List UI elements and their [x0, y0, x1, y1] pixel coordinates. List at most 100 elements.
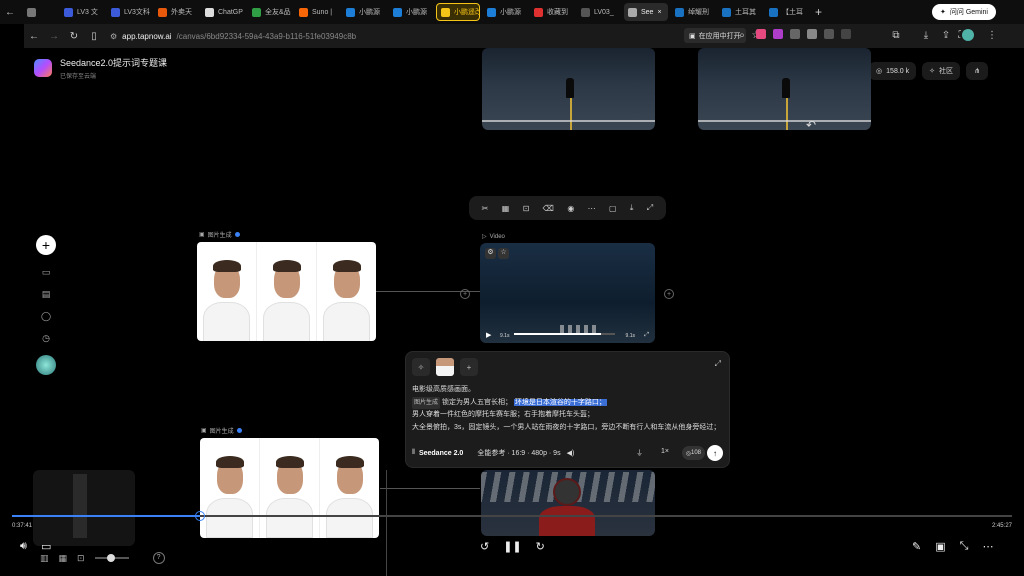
user-avatar[interactable]	[36, 355, 56, 375]
street-image-node[interactable]	[482, 48, 655, 130]
download-icon[interactable]: ⤓	[916, 30, 936, 41]
profile-avatar[interactable]	[962, 29, 974, 41]
extension-icon[interactable]	[773, 29, 783, 39]
folder-icon[interactable]: ▢	[609, 204, 617, 213]
browser-tab[interactable]: 绰耀刑	[671, 3, 715, 21]
extension-icon[interactable]	[807, 29, 817, 39]
sidebar-icon[interactable]: ▯	[84, 31, 104, 42]
model-selector[interactable]: Seedance 2.0	[419, 450, 463, 457]
browser-tab[interactable]: 收藏到	[530, 3, 574, 21]
browser-tab[interactable]: 小鹏源	[483, 3, 527, 21]
browser-tab[interactable]: 土耳其	[718, 3, 762, 21]
back-icon[interactable]: ←	[24, 31, 44, 42]
video-node[interactable]: ⚙ ☆ ▶ 9.1s 9.1s ⤢	[480, 243, 655, 343]
extension-icon[interactable]	[790, 29, 800, 39]
rider-video-node[interactable]	[481, 470, 655, 536]
browser-tab[interactable]: See ×	[624, 3, 668, 21]
add-connection-button[interactable]: +	[664, 289, 674, 299]
reload-icon[interactable]: ↻	[64, 31, 84, 42]
map-icon[interactable]: ▥	[40, 553, 49, 564]
edit-icon[interactable]: ✎	[912, 540, 921, 553]
comment-icon[interactable]: ◯	[40, 311, 52, 321]
cut-icon[interactable]: ✂	[482, 204, 489, 213]
video-settings-icon[interactable]: ⚙	[485, 248, 496, 259]
volume-icon[interactable]: 🔊︎	[20, 540, 27, 553]
eraser-icon[interactable]: ⌫	[543, 204, 554, 213]
mic-icon[interactable]: ⏚	[636, 448, 643, 458]
zoom-slider-knob[interactable]	[106, 554, 115, 562]
community-button[interactable]: ✧ 社区	[922, 62, 960, 80]
browser-tab[interactable]	[23, 3, 57, 21]
browser-tab[interactable]: 全友&品	[248, 3, 292, 21]
crop-icon[interactable]: ⊡	[523, 204, 530, 213]
grid-icon[interactable]: ▦	[502, 204, 510, 213]
browser-tab[interactable]: 【土耳	[765, 3, 809, 21]
scrubber-knob[interactable]	[195, 511, 205, 521]
share-button[interactable]: ⋔	[966, 62, 988, 80]
forward-30-icon[interactable]: ↻	[536, 540, 545, 553]
address-bar[interactable]: ⚙ app.tapnow.ai/canvas/6bd92334-59a4-43a…	[110, 32, 356, 41]
street-image-node[interactable]: ↶	[698, 48, 871, 130]
magic-icon[interactable]: ✧	[412, 358, 430, 376]
extension-icon[interactable]	[756, 29, 766, 39]
browser-tab[interactable]: Suno |	[295, 3, 339, 21]
more-icon[interactable]: ⋯	[588, 204, 596, 213]
more-icon[interactable]: ⋯	[982, 540, 993, 553]
browser-tab[interactable]: 小鹏源	[342, 3, 386, 21]
extension-puzzle-icon[interactable]	[841, 29, 851, 39]
gemini-button[interactable]: ✦ 问问 Gemini	[932, 4, 996, 20]
video-progress[interactable]	[514, 333, 615, 335]
credits-badge[interactable]: ◎ 158.0 k	[869, 62, 917, 80]
fullscreen-icon[interactable]: ⤢	[644, 332, 649, 339]
browser-tab[interactable]: 小鹏源	[389, 3, 433, 21]
site-settings-icon[interactable]: ⚙	[110, 32, 117, 41]
audio-icon[interactable]: ◀)	[567, 449, 575, 457]
exit-fullscreen-icon[interactable]: ⤡	[960, 540, 969, 553]
camera-icon[interactable]: ◉	[567, 204, 574, 213]
browser-tab-bar: ← LV3 文 LV3文科 外卖天 ChatGP 全友&品 Suno | 小鹏源 小鹏源 小鹏遥…	[0, 0, 1024, 24]
extension-icon[interactable]	[824, 29, 834, 39]
close-tab-icon[interactable]: ×	[657, 9, 661, 16]
cast-icon[interactable]: ⧉	[886, 30, 906, 41]
video-star-icon[interactable]: ☆	[498, 248, 509, 259]
browser-tab[interactable]: LV3文科	[107, 3, 151, 21]
count-selector[interactable]: 1×	[661, 448, 669, 455]
history-icon[interactable]: ◷	[40, 333, 52, 343]
send-button[interactable]: ↑	[707, 445, 723, 461]
add-connection-button[interactable]: +	[460, 289, 470, 299]
forward-icon[interactable]: →	[44, 31, 64, 42]
app-logo[interactable]	[34, 59, 52, 77]
browser-tab[interactable]: 外卖天	[154, 3, 198, 21]
image-tag[interactable]: 图片生成	[412, 396, 441, 409]
browser-tab[interactable]: LV03_	[577, 3, 621, 21]
download-icon[interactable]: ⤓	[630, 203, 634, 213]
assets-icon[interactable]: ▤	[40, 289, 52, 299]
fit-view-icon[interactable]: ⊡	[77, 553, 85, 564]
player-scrubber[interactable]	[12, 511, 1012, 521]
menu-icon[interactable]: ⋮	[982, 30, 1002, 41]
rewind-10-icon[interactable]: ↺	[480, 540, 489, 553]
browser-tab[interactable]: 小鹏遥改价	[436, 3, 480, 21]
image-node-portrait[interactable]	[197, 242, 376, 341]
image-node-portrait[interactable]	[200, 438, 379, 538]
zoom-slider[interactable]	[94, 554, 129, 562]
layers-icon[interactable]: ▭	[40, 267, 52, 277]
params-selector[interactable]: 全能参考 · 16:9 · 480p · 9s	[477, 448, 560, 458]
minimap[interactable]	[33, 470, 135, 546]
browser-tab[interactable]: LV3 文	[60, 3, 104, 21]
grid-toggle-icon[interactable]: ▦	[59, 553, 68, 564]
pause-icon[interactable]: ❚❚	[503, 540, 521, 553]
project-title[interactable]: Seedance2.0提示词专题课	[60, 56, 167, 69]
tab-back-icon[interactable]: ←	[0, 7, 20, 18]
expand-icon[interactable]: ⤢	[647, 203, 653, 213]
help-icon[interactable]: ?	[152, 552, 165, 564]
reference-thumbnail[interactable]	[436, 358, 454, 376]
browser-tab[interactable]: ChatGP	[201, 3, 245, 21]
add-node-button[interactable]: +	[36, 235, 56, 255]
prompt-text[interactable]: 电影级高质感画面。 图片生成 锁定为男人五官长相； 环境是日本渲谷的十字路口； …	[412, 384, 721, 434]
new-tab-button[interactable]: +	[815, 5, 822, 19]
expand-panel-icon[interactable]: ⤢	[715, 359, 721, 369]
play-icon[interactable]: ▶	[486, 331, 491, 339]
add-reference-button[interactable]: +	[460, 358, 478, 376]
pip-icon[interactable]: ▣	[935, 540, 945, 553]
